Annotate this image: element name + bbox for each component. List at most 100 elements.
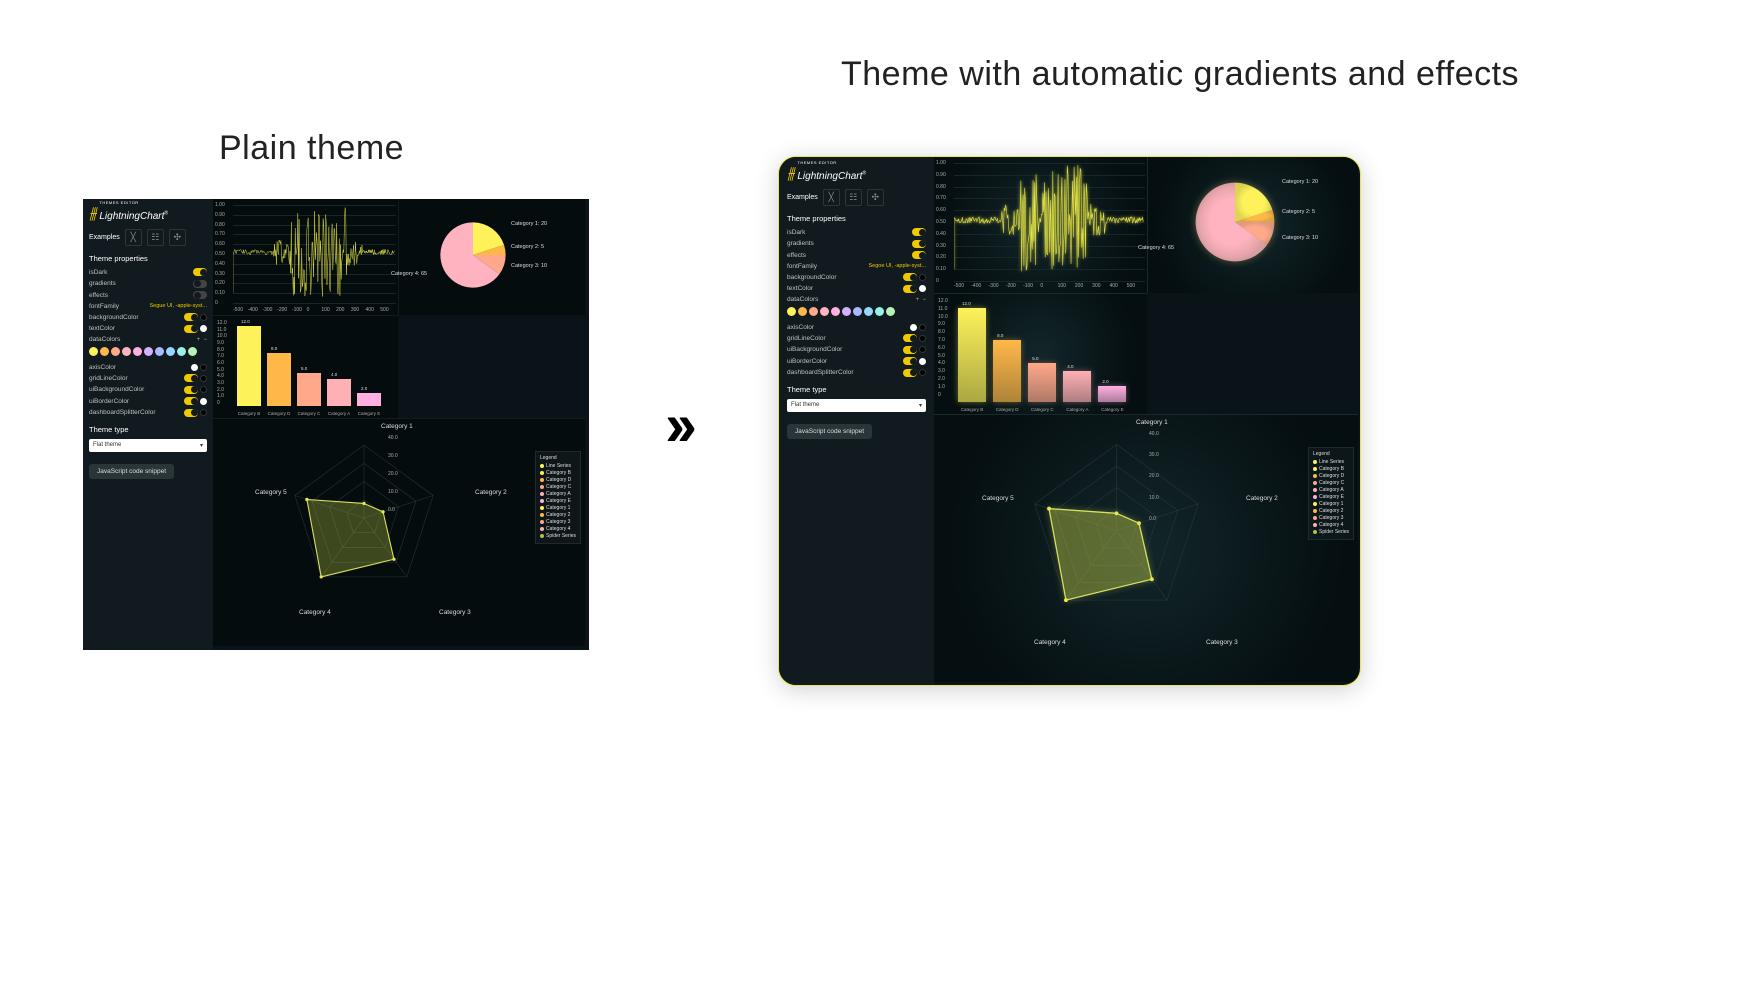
bar [993,340,1021,402]
bar [958,308,986,402]
legend-item: Category 4 [1313,522,1349,528]
palette-swatch[interactable] [111,347,120,356]
datacolors-row: dataColors + − [89,336,207,343]
theme-props-heading: Theme properties [787,214,926,223]
toggle-gradients[interactable] [193,280,207,288]
palette-swatch[interactable] [842,307,851,316]
chevron-down-icon: ▾ [200,442,203,449]
toggle-isDark[interactable] [912,228,926,236]
toggle-uiBorderColor[interactable] [903,357,917,365]
title-right: Theme with automatic gradients and effec… [841,55,1519,94]
toggle-textColor[interactable] [184,325,198,333]
toggle-textColor[interactable] [903,285,917,293]
bar [1028,363,1056,402]
prop-uiBackgroundColor: uiBackgroundColor [89,386,207,394]
toggle-effects[interactable] [193,291,207,299]
prop-textColor: textColor [89,325,207,333]
prop-axisColor: axisColor [787,324,926,331]
palette-swatch[interactable] [155,347,164,356]
bar [297,373,321,406]
example-3d-icon[interactable]: ✣ [169,229,186,246]
theme-type-heading: Theme type [787,385,926,394]
color-palette [89,347,207,356]
palette-swatch[interactable] [133,347,142,356]
legend-item: Category 1 [1313,501,1349,507]
logo-text: LightningChart® [797,171,866,182]
legend-item: Category C [540,484,576,490]
legend-item: Category B [1313,466,1349,472]
panel-gradients: ⫵ THEMES EDITOR LightningChart® Examples… [778,156,1361,686]
palette-swatch[interactable] [886,307,895,316]
legend-item: Spider Series [540,533,576,539]
legend-item: Line Series [1313,459,1349,465]
line-chart: 1.000.900.800.700.600.500.400.300.200.10… [213,199,398,315]
prop-axisColor: axisColor [89,364,207,371]
examples-row: Examples ╳ ☷ ✣ [89,229,207,246]
palette-swatch[interactable] [831,307,840,316]
palette-swatch[interactable] [820,307,829,316]
palette-swatch[interactable] [166,347,175,356]
prop-gradients: gradients [89,280,207,288]
toggle-gridLineColor[interactable] [184,374,198,382]
legend-item: Category B [540,470,576,476]
logo-text: LightningChart® [99,211,168,222]
legend-item: Category 4 [540,526,576,532]
title-left: Plain theme [219,129,404,168]
add-remove-icon[interactable]: + − [916,297,926,303]
spider-series [1049,509,1152,601]
palette-swatch[interactable] [864,307,873,316]
legend-item: Category E [1313,494,1349,500]
prop-gridLineColor: gridLineColor [89,374,207,382]
toggle-dashboardSplitterColor[interactable] [903,369,917,377]
toggle-uiBorderColor[interactable] [184,397,198,405]
palette-swatch[interactable] [177,347,186,356]
toggle-dashboardSplitterColor[interactable] [184,409,198,417]
palette-swatch[interactable] [875,307,884,316]
palette-swatch[interactable] [853,307,862,316]
example-bar-icon[interactable]: ☷ [845,189,862,206]
prop-textColor: textColor [787,285,926,293]
toggle-uiBackgroundColor[interactable] [903,346,917,354]
legend: Legend Line SeriesCategory BCategory DCa… [1308,447,1354,540]
legend: Legend Line SeriesCategory BCategory DCa… [535,451,581,544]
toggle-effects[interactable] [912,251,926,259]
palette-swatch[interactable] [89,347,98,356]
pie-chart: Category 1: 20 Category 2: 5 Category 3:… [1147,157,1358,293]
toggle-gradients[interactable] [912,240,926,248]
theme-type-select[interactable]: Flat theme▾ [89,439,207,452]
palette-swatch[interactable] [122,347,131,356]
snippet-button[interactable]: JavaScript code snippet [787,424,872,439]
toggle-gridLineColor[interactable] [903,334,917,342]
example-line-icon[interactable]: ╳ [823,189,840,206]
bar [267,353,291,406]
palette-swatch[interactable] [100,347,109,356]
add-remove-icon[interactable]: + − [197,337,207,343]
prop-backgroundColor: backgroundColor [89,313,207,321]
prop-dashboardSplitterColor: dashboardSplitterColor [787,369,926,377]
example-3d-icon[interactable]: ✣ [867,189,884,206]
toggle-backgroundColor[interactable] [903,273,917,281]
prop-effects: effects [89,291,207,299]
prop-dashboardSplitterColor: dashboardSplitterColor [89,409,207,417]
palette-swatch[interactable] [144,347,153,356]
examples-label: Examples [89,234,120,241]
legend-item: Line Series [540,463,576,469]
palette-swatch[interactable] [787,307,796,316]
toggle-isDark[interactable] [193,268,207,276]
example-line-icon[interactable]: ╳ [125,229,142,246]
palette-swatch[interactable] [809,307,818,316]
palette-swatch[interactable] [188,347,197,356]
example-bar-icon[interactable]: ☷ [147,229,164,246]
legend-item: Category C [1313,480,1349,486]
legend-item: Category 3 [1313,515,1349,521]
line-chart: 1.000.900.800.700.600.500.400.300.200.10… [934,157,1147,293]
spider-series [307,499,394,576]
bar [237,326,261,406]
legend-item: Spider Series [1313,529,1349,535]
toggle-uiBackgroundColor[interactable] [184,386,198,394]
theme-type-heading: Theme type [89,425,207,434]
theme-type-select[interactable]: Flat theme▾ [787,399,926,412]
toggle-backgroundColor[interactable] [184,313,198,321]
palette-swatch[interactable] [798,307,807,316]
snippet-button[interactable]: JavaScript code snippet [89,464,174,479]
